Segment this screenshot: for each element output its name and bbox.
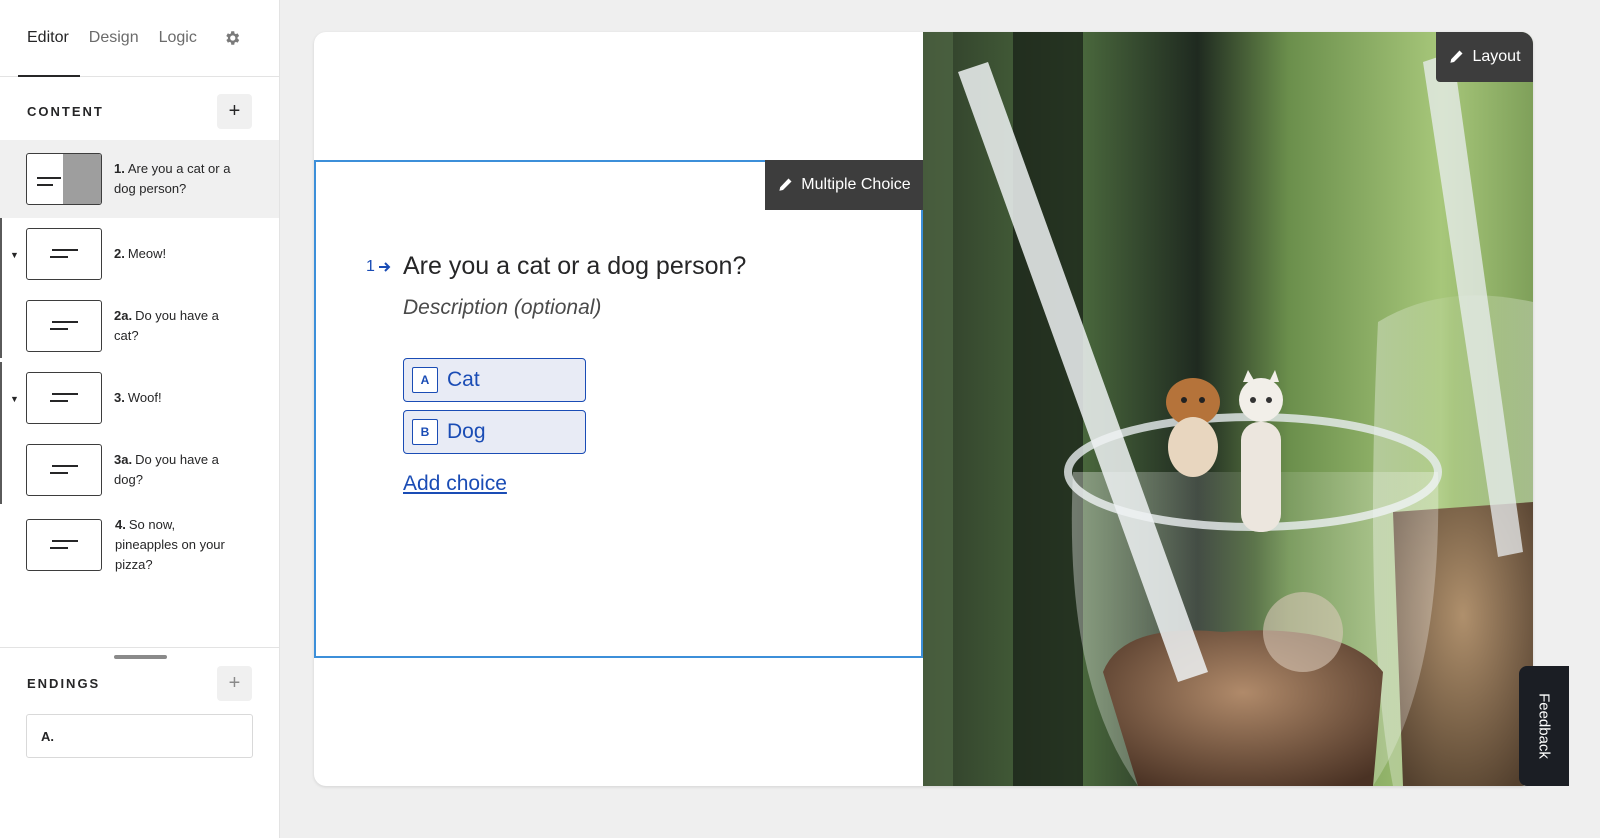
question-label: 1. Are you a cat or a dog person? bbox=[114, 161, 231, 196]
cats-iced-coffee-photo bbox=[923, 32, 1533, 786]
list-item-question-3a[interactable]: 3a. Do you have a dog? bbox=[0, 434, 279, 506]
choice-key: A bbox=[412, 367, 438, 393]
content-title: CONTENT bbox=[27, 104, 104, 119]
feedback-label: Feedback bbox=[1535, 693, 1553, 759]
question-label: 2. Meow! bbox=[114, 246, 167, 261]
choice-label: Cat bbox=[447, 368, 480, 391]
question-type-label: Multiple Choice bbox=[801, 176, 911, 193]
caret-down-icon[interactable]: ▼ bbox=[10, 394, 19, 404]
arrow-right-icon bbox=[378, 262, 391, 272]
question-block[interactable]: Multiple Choice 1 Are you a cat or a dog… bbox=[314, 160, 923, 658]
sidebar: Editor Design Logic CONTENT + 1. Are you … bbox=[0, 0, 280, 838]
cover-image: Layout bbox=[923, 32, 1533, 786]
question-canvas: Multiple Choice 1 Are you a cat or a dog… bbox=[314, 32, 1533, 786]
choice-key: B bbox=[412, 419, 438, 445]
list-item-question-2[interactable]: ▼ 2. Meow! bbox=[0, 218, 279, 290]
question-thumbnail bbox=[26, 300, 102, 352]
question-type-button[interactable]: Multiple Choice bbox=[765, 160, 923, 210]
question-thumbnail bbox=[26, 519, 102, 571]
resize-handle[interactable] bbox=[114, 655, 167, 659]
tab-editor[interactable]: Editor bbox=[27, 29, 69, 47]
active-tab-indicator bbox=[18, 75, 80, 77]
question-list: 1. Are you a cat or a dog person? ▼ 2. Meo… bbox=[0, 140, 279, 584]
list-item-question-3[interactable]: ▼ 3. Woof! bbox=[0, 362, 279, 434]
list-item-question-2a[interactable]: 2a. Do you have a cat? bbox=[0, 290, 279, 362]
tab-design[interactable]: Design bbox=[89, 29, 139, 47]
list-item-question-4[interactable]: 4. So now, pineapples on your pizza? bbox=[0, 506, 279, 584]
question-thumbnail bbox=[26, 372, 102, 424]
layout-button[interactable]: Layout bbox=[1436, 32, 1533, 82]
choice-label: Dog bbox=[447, 420, 486, 443]
editor-tabs: Editor Design Logic bbox=[0, 0, 279, 77]
question-number: 1 bbox=[366, 258, 392, 276]
question-label: 3a. Do you have a dog? bbox=[114, 452, 219, 487]
choice-a[interactable]: A Cat bbox=[403, 358, 586, 402]
divider bbox=[0, 647, 279, 648]
question-thumbnail bbox=[26, 153, 102, 205]
caret-down-icon[interactable]: ▼ bbox=[10, 250, 19, 260]
group-line bbox=[0, 362, 2, 504]
content-section-header: CONTENT + bbox=[27, 94, 252, 129]
pencil-icon bbox=[1450, 50, 1463, 63]
group-line bbox=[0, 218, 2, 358]
pencil-icon bbox=[779, 178, 792, 191]
ending-item-a[interactable]: A. bbox=[26, 714, 253, 758]
question-title[interactable]: Are you a cat or a dog person? bbox=[403, 252, 746, 281]
add-choice-link[interactable]: Add choice bbox=[403, 472, 507, 496]
question-label: 2a. Do you have a cat? bbox=[114, 308, 219, 343]
endings-section-header: ENDINGS + bbox=[27, 666, 252, 701]
choice-b[interactable]: B Dog bbox=[403, 410, 586, 454]
add-content-button[interactable]: + bbox=[217, 94, 252, 129]
layout-label: Layout bbox=[1472, 48, 1521, 65]
tab-logic[interactable]: Logic bbox=[159, 29, 197, 47]
question-label: 4. So now, pineapples on your pizza? bbox=[115, 517, 225, 572]
endings-title: ENDINGS bbox=[27, 676, 101, 691]
question-label: 3. Woof! bbox=[114, 390, 162, 405]
list-item-question-1[interactable]: 1. Are you a cat or a dog person? bbox=[0, 140, 279, 218]
add-ending-button[interactable]: + bbox=[217, 666, 252, 701]
question-thumbnail bbox=[26, 228, 102, 280]
gear-icon[interactable] bbox=[223, 29, 241, 47]
question-description[interactable]: Description (optional) bbox=[403, 296, 601, 320]
question-thumbnail bbox=[26, 444, 102, 496]
feedback-tab[interactable]: Feedback bbox=[1519, 666, 1569, 786]
